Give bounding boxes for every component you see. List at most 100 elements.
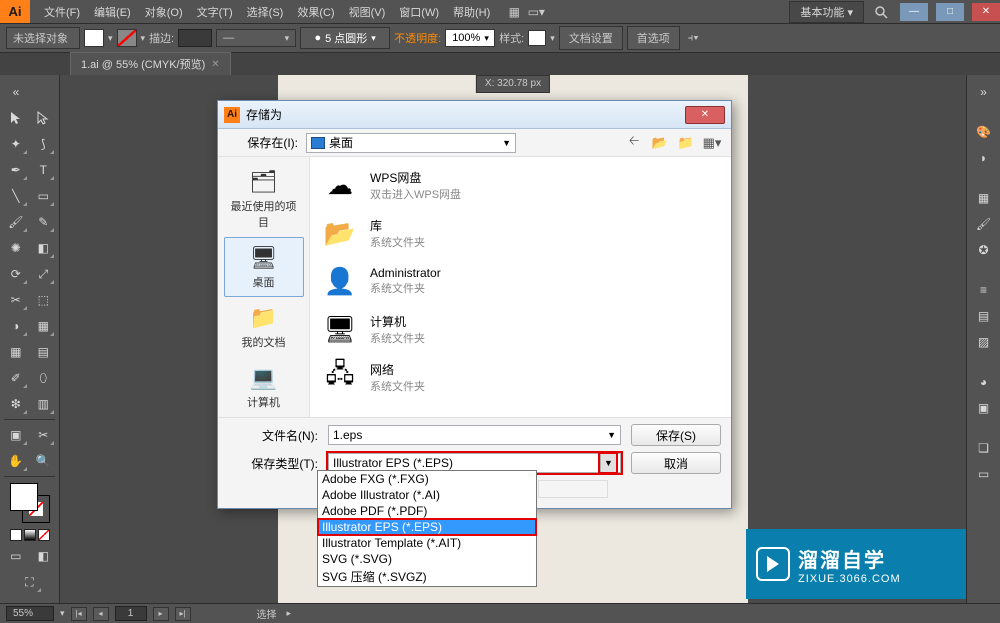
zoom-field[interactable]: 55% xyxy=(6,606,54,621)
eyedropper-tool[interactable]: ✐ xyxy=(4,367,28,389)
expand-panels-icon[interactable]: » xyxy=(972,81,996,103)
gradient-panel-icon[interactable]: ▤ xyxy=(972,305,996,327)
menu-type[interactable]: 文字(T) xyxy=(191,1,239,23)
chevron-down-icon[interactable]: ▼ xyxy=(600,454,616,472)
scale-tool[interactable]: ⤢ xyxy=(32,263,56,285)
sidebar-computer[interactable]: 💻计算机 xyxy=(224,357,304,417)
list-item[interactable]: 🖥计算机系统文件夹 xyxy=(316,305,725,353)
stroke-swatch[interactable] xyxy=(117,29,137,47)
dialog-close-button[interactable]: ✕ xyxy=(685,106,725,124)
filename-field[interactable]: 1.eps▼ xyxy=(328,425,621,445)
cancel-button[interactable]: 取消 xyxy=(631,452,721,474)
stroke-panel-icon[interactable]: ≡ xyxy=(972,279,996,301)
align-icon[interactable]: ⫞▾ xyxy=(688,32,699,45)
blend-tool[interactable]: ⬯ xyxy=(32,367,56,389)
menu-effect[interactable]: 效果(C) xyxy=(291,1,340,23)
document-setup-button[interactable]: 文档设置 xyxy=(559,26,623,50)
menu-select[interactable]: 选择(S) xyxy=(241,1,290,23)
sidebar-documents[interactable]: 📁我的文档 xyxy=(224,297,304,357)
expand-tools-icon[interactable]: « xyxy=(4,81,28,103)
window-maximize-button[interactable]: □ xyxy=(936,3,964,21)
brushes-panel-icon[interactable]: 🖌 xyxy=(972,213,996,235)
artboard-next-icon[interactable]: ▸ xyxy=(153,607,169,621)
slice-tool[interactable]: ✂ xyxy=(32,424,56,446)
filetype-option[interactable]: Illustrator Template (*.AIT) xyxy=(318,535,536,551)
location-combo[interactable]: 桌面 ▼ xyxy=(306,133,516,153)
width-tool[interactable]: ✂ xyxy=(4,289,28,311)
lasso-tool[interactable]: ⟆ xyxy=(32,133,56,155)
window-minimize-button[interactable]: — xyxy=(900,3,928,21)
stroke-profile-dropdown[interactable]: ● 5 点圆形 ▾ xyxy=(300,27,390,49)
filetype-option[interactable]: SVG 压缩 (*.SVGZ) xyxy=(318,567,536,586)
opacity-field[interactable]: 100%▾ xyxy=(445,29,495,47)
artboard-last-icon[interactable]: ▸| xyxy=(175,607,191,621)
menu-help[interactable]: 帮助(H) xyxy=(447,1,496,23)
list-item[interactable]: 👤Administrator系统文件夹 xyxy=(316,257,725,305)
new-folder-icon[interactable]: 📁 xyxy=(677,134,695,152)
save-button[interactable]: 保存(S) xyxy=(631,424,721,446)
stroke-weight-field[interactable] xyxy=(178,29,212,47)
menu-view[interactable]: 视图(V) xyxy=(343,1,392,23)
change-screen-mode[interactable]: ⛶ xyxy=(18,571,42,593)
zoom-dropdown-icon[interactable]: ▾ xyxy=(60,608,65,619)
artboard-tool[interactable]: ▣ xyxy=(4,424,28,446)
appearance-panel-icon[interactable]: ◕ xyxy=(972,371,996,393)
blob-brush-tool[interactable]: ✺ xyxy=(4,237,28,259)
bridge-icon[interactable]: ▦ xyxy=(506,4,522,20)
mesh-tool[interactable]: ▦ xyxy=(4,341,28,363)
arrange-icon[interactable]: ▭▾ xyxy=(528,4,544,20)
view-menu-icon[interactable]: ▦▾ xyxy=(703,134,721,152)
document-tab[interactable]: 1.ai @ 55% (CMYK/预览) ✕ xyxy=(70,52,231,75)
status-menu-icon[interactable]: ▸ xyxy=(287,608,292,619)
pen-tool[interactable]: ✒ xyxy=(4,159,28,181)
menu-edit[interactable]: 编辑(E) xyxy=(88,1,137,23)
artboards-panel-icon[interactable]: ▭ xyxy=(972,463,996,485)
style-swatch[interactable] xyxy=(528,30,546,46)
back-icon[interactable]: 🡠 xyxy=(625,134,643,152)
zoom-tool[interactable]: 🔍 xyxy=(32,450,56,472)
type-tool[interactable]: T xyxy=(32,159,56,181)
filetype-option[interactable]: SVG (*.SVG) xyxy=(318,551,536,567)
artboard-number[interactable]: 1 xyxy=(115,606,147,621)
layers-panel-icon[interactable]: ❏ xyxy=(972,437,996,459)
paintbrush-tool[interactable]: 🖌 xyxy=(4,211,28,233)
symbol-sprayer-tool[interactable]: ❇ xyxy=(4,393,28,415)
menu-window[interactable]: 窗口(W) xyxy=(393,1,445,23)
perspective-tool[interactable]: ▦ xyxy=(32,315,56,337)
list-item[interactable]: 🖧网络系统文件夹 xyxy=(316,353,725,401)
line-tool[interactable]: ╲ xyxy=(4,185,28,207)
swatches-panel-icon[interactable]: ▦ xyxy=(972,187,996,209)
free-transform-tool[interactable]: ⬚ xyxy=(32,289,56,311)
color-guide-panel-icon[interactable]: ◗ xyxy=(972,147,996,169)
menu-file[interactable]: 文件(F) xyxy=(38,1,86,23)
graphic-styles-panel-icon[interactable]: ▣ xyxy=(972,397,996,419)
hand-tool[interactable]: ✋ xyxy=(4,450,28,472)
search-icon[interactable] xyxy=(870,2,892,22)
shape-builder-tool[interactable]: ◑ xyxy=(4,315,28,337)
color-mode-icons[interactable] xyxy=(4,529,55,541)
file-list[interactable]: ☁WPS网盘双击进入WPS网盘 📂库系统文件夹 👤Administrator系统… xyxy=(310,157,731,417)
window-close-button[interactable]: ✕ xyxy=(972,3,1000,21)
preferences-button[interactable]: 首选项 xyxy=(627,26,680,50)
direct-selection-tool[interactable] xyxy=(32,107,56,129)
eraser-tool[interactable]: ◧ xyxy=(32,237,56,259)
rectangle-tool[interactable]: ▭ xyxy=(32,185,56,207)
artboard-prev-icon[interactable]: ◂ xyxy=(93,607,109,621)
artboard-first-icon[interactable]: |◂ xyxy=(71,607,87,621)
color-panel-icon[interactable]: 🎨 xyxy=(972,121,996,143)
workspace-switcher[interactable]: 基本功能 ▾ xyxy=(789,1,864,23)
list-item[interactable]: 📂库系统文件夹 xyxy=(316,209,725,257)
screen-mode-icon[interactable]: ▭ xyxy=(4,545,28,567)
fill-swatch[interactable] xyxy=(84,29,104,47)
up-folder-icon[interactable]: 📂 xyxy=(651,134,669,152)
close-tab-icon[interactable]: ✕ xyxy=(211,59,219,70)
fill-stroke-indicator[interactable] xyxy=(10,483,50,523)
brush-dropdown[interactable]: —▾ xyxy=(216,29,296,47)
graph-tool[interactable]: ▥ xyxy=(32,393,56,415)
pencil-tool[interactable]: ✎ xyxy=(32,211,56,233)
menu-object[interactable]: 对象(O) xyxy=(139,1,189,23)
list-item[interactable]: ☁WPS网盘双击进入WPS网盘 xyxy=(316,161,725,209)
selection-tool[interactable] xyxy=(4,107,28,129)
filetype-option[interactable]: Adobe PDF (*.PDF) xyxy=(318,503,536,519)
filetype-option-selected[interactable]: Illustrator EPS (*.EPS) xyxy=(318,519,536,535)
